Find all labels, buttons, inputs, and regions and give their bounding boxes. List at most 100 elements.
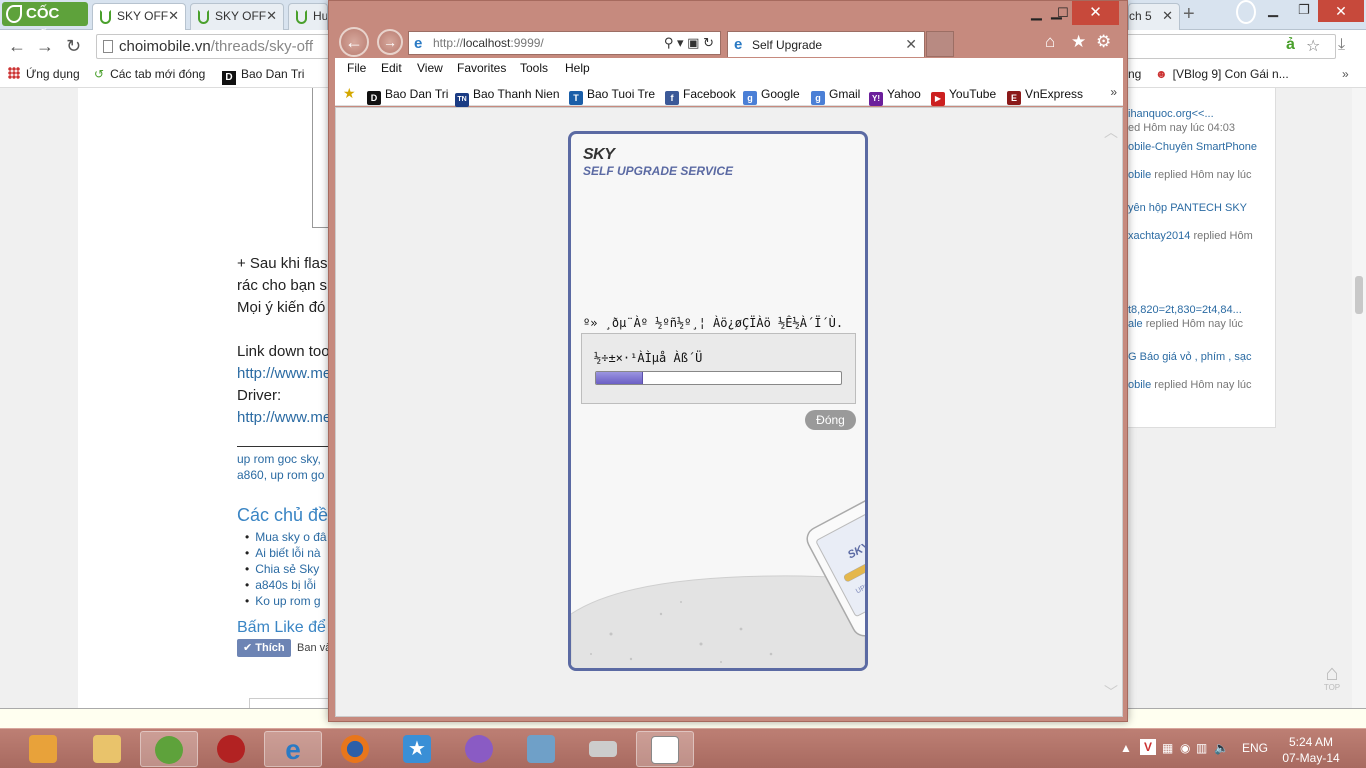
facebook-like-button[interactable]: ✔ Thích bbox=[237, 639, 291, 657]
back-button[interactable]: ← bbox=[339, 27, 369, 57]
minimize-icon[interactable]: ▁ bbox=[1268, 2, 1278, 18]
bookmark-apps[interactable]: Ứng dụng bbox=[8, 67, 80, 81]
minimize-button[interactable]: ▁ bbox=[1031, 4, 1042, 21]
related-thread-link[interactable]: Ai biết lỗi nà bbox=[245, 546, 320, 560]
settings-gear-icon[interactable]: ⚙ bbox=[1096, 32, 1111, 52]
sidebar-entry[interactable]: ihanquoc.org<<... bbox=[1128, 108, 1214, 120]
home-icon[interactable]: ⌂ bbox=[1045, 32, 1055, 52]
more-bookmarks-icon[interactable]: » bbox=[1342, 67, 1349, 81]
sidebar-entry[interactable]: t8,820=2t,830=2t4,84... bbox=[1128, 304, 1242, 316]
favorite-link[interactable]: g Gmail bbox=[811, 87, 860, 105]
more-favorites-icon[interactable]: » bbox=[1110, 85, 1117, 99]
menu-tools[interactable]: Tools bbox=[520, 61, 548, 75]
ie-tab-self-upgrade[interactable]: e Self Upgrade ✕ bbox=[727, 31, 925, 57]
scrollbar-thumb[interactable] bbox=[1355, 276, 1363, 314]
clock[interactable]: 5:24 AM 07-May-14 bbox=[1276, 734, 1346, 766]
taskbar-firefox[interactable] bbox=[326, 731, 384, 767]
language-indicator[interactable]: ENG bbox=[1242, 741, 1268, 755]
menu-file[interactable]: File bbox=[347, 61, 366, 75]
close-tab-icon[interactable]: ✕ bbox=[266, 8, 277, 24]
related-thread-link[interactable]: Mua sky o đâ bbox=[245, 530, 326, 544]
restore-icon[interactable]: ❐ bbox=[1298, 2, 1310, 18]
compat-view-icon[interactable]: ▣ bbox=[687, 35, 699, 50]
tag-list[interactable]: a860, up rom go bbox=[237, 468, 324, 482]
menu-help[interactable]: Help bbox=[565, 61, 590, 75]
download-icon[interactable]: ⤓ bbox=[1338, 36, 1345, 54]
driver-link[interactable]: http://www.me bbox=[237, 409, 331, 426]
sidebar-entry[interactable]: obile replied Hôm nay lúc bbox=[1128, 169, 1252, 181]
cococ-tab[interactable]: Hu bbox=[288, 3, 328, 30]
cococ-tab[interactable]: ch 5 ✕ bbox=[1128, 3, 1180, 30]
bookmark-dan-tri[interactable]: D Bao Dan Tri bbox=[222, 67, 304, 85]
tray-expand-icon[interactable]: ▲ bbox=[1120, 741, 1132, 755]
taskbar-internet-explorer[interactable]: e bbox=[264, 731, 322, 767]
page-scrollbar[interactable] bbox=[1352, 88, 1366, 708]
coccoc-dictionary-icon[interactable]: ả bbox=[1286, 36, 1295, 54]
favorite-link[interactable]: T Bao Tuoi Tre bbox=[569, 87, 655, 105]
favorite-link[interactable]: Y! Yahoo bbox=[869, 87, 921, 106]
ie-address-bar[interactable]: e http://localhost:9999/ ⚲ ▾ ▣ ↻ bbox=[408, 31, 721, 55]
scroll-up-icon[interactable]: ︿ bbox=[1104, 122, 1118, 142]
cococ-tab[interactable]: SKY OFF ✕ bbox=[190, 3, 284, 30]
bookmark-vblog[interactable]: ☻ [VBlog 9] Con Gái n... bbox=[1155, 67, 1289, 81]
close-icon[interactable]: ✕ bbox=[1318, 0, 1364, 22]
search-icon[interactable]: ⚲ bbox=[664, 35, 674, 50]
sidebar-entry[interactable]: obile-Chuyên SmartPhone bbox=[1128, 141, 1257, 153]
back-to-top-button[interactable]: ⌂ TOP bbox=[1318, 662, 1346, 695]
refresh-icon[interactable]: ↻ bbox=[703, 35, 714, 50]
new-tab-button[interactable]: + bbox=[1183, 3, 1195, 26]
favorite-link[interactable]: TN Bao Thanh Nien bbox=[455, 87, 560, 107]
related-thread-link[interactable]: Ko up rom g bbox=[245, 594, 320, 608]
sidebar-entry[interactable]: yên hộp PANTECH SKY bbox=[1128, 202, 1247, 214]
bookmark-recent-tabs[interactable]: ↺ Các tab mới đóng bbox=[94, 67, 205, 81]
forward-button[interactable]: → bbox=[377, 29, 403, 55]
favorite-link[interactable]: D Bao Dan Tri bbox=[367, 87, 448, 105]
tray-app-icon[interactable]: ◉ bbox=[1180, 741, 1190, 755]
taskbar-sky-upgrade[interactable] bbox=[636, 731, 694, 767]
dropdown-icon[interactable]: ▾ bbox=[677, 35, 684, 50]
forward-icon[interactable]: → bbox=[36, 36, 54, 57]
sidebar-entry[interactable]: ed Hôm nay lúc 04:03 bbox=[1128, 122, 1235, 134]
related-thread-link[interactable]: a840s bị lỗi bbox=[245, 578, 316, 592]
close-icon[interactable]: ✕ bbox=[1072, 1, 1119, 25]
user-icon[interactable] bbox=[1236, 0, 1256, 24]
related-thread-link[interactable]: Chia sẻ Sky bbox=[245, 562, 319, 576]
download-link[interactable]: http://www.me bbox=[237, 365, 331, 382]
taskbar-media-player[interactable] bbox=[14, 731, 72, 767]
back-icon[interactable]: ← bbox=[8, 36, 26, 57]
sidebar-entry[interactable]: xachtay2014 replied Hôm bbox=[1128, 230, 1253, 242]
favorite-link[interactable]: ▶ YouTube bbox=[931, 87, 996, 106]
favorites-star-icon[interactable]: ★ bbox=[1071, 32, 1086, 52]
sidebar-entry[interactable]: ale replied Hôm nay lúc bbox=[1128, 318, 1243, 330]
taskbar-app-drive[interactable] bbox=[574, 731, 632, 767]
star-icon[interactable]: ☆ bbox=[1306, 36, 1320, 56]
favorite-link[interactable]: E VnExpress bbox=[1007, 87, 1083, 105]
favorite-link[interactable]: f Facebook bbox=[665, 87, 736, 105]
network-icon[interactable]: ▥ bbox=[1196, 741, 1207, 755]
tray-v-icon[interactable]: V bbox=[1140, 739, 1156, 755]
menu-edit[interactable]: Edit bbox=[381, 61, 402, 75]
reload-icon[interactable]: ↻ bbox=[66, 36, 81, 57]
cococ-logo[interactable]: CỐC CỐC bbox=[2, 2, 88, 46]
add-favorites-icon[interactable]: ★ bbox=[343, 85, 356, 102]
taskbar-app-device[interactable] bbox=[512, 731, 570, 767]
taskbar-file-explorer[interactable] bbox=[78, 731, 136, 767]
taskbar-coccoc[interactable] bbox=[140, 731, 198, 767]
tag-list[interactable]: up rom goc sky, bbox=[237, 452, 321, 466]
menu-view[interactable]: View bbox=[417, 61, 443, 75]
taskbar-app-star[interactable]: ★ bbox=[388, 731, 446, 767]
volume-icon[interactable]: 🔈 bbox=[1214, 741, 1229, 755]
close-tab-icon[interactable]: ✕ bbox=[168, 8, 179, 24]
bookmark-item[interactable]: ng bbox=[1128, 67, 1141, 81]
close-tab-icon[interactable]: ✕ bbox=[905, 36, 917, 53]
close-tab-icon[interactable]: ✕ bbox=[1162, 8, 1173, 24]
maximize-icon[interactable]: ☐ bbox=[1057, 5, 1069, 21]
tray-app-icon[interactable]: ▦ bbox=[1162, 741, 1173, 755]
cococ-tab[interactable]: SKY OFF ✕ bbox=[92, 3, 186, 30]
scroll-down-icon[interactable]: ﹀ bbox=[1104, 682, 1118, 702]
sidebar-entry[interactable]: obile replied Hôm nay lúc bbox=[1128, 379, 1252, 391]
ie-new-tab-button[interactable] bbox=[926, 31, 954, 57]
favorite-link[interactable]: g Google bbox=[743, 87, 800, 105]
taskbar-app-dolphin[interactable] bbox=[450, 731, 508, 767]
sidebar-entry[interactable]: G Báo giá vỏ , phím , sạc bbox=[1128, 351, 1252, 363]
